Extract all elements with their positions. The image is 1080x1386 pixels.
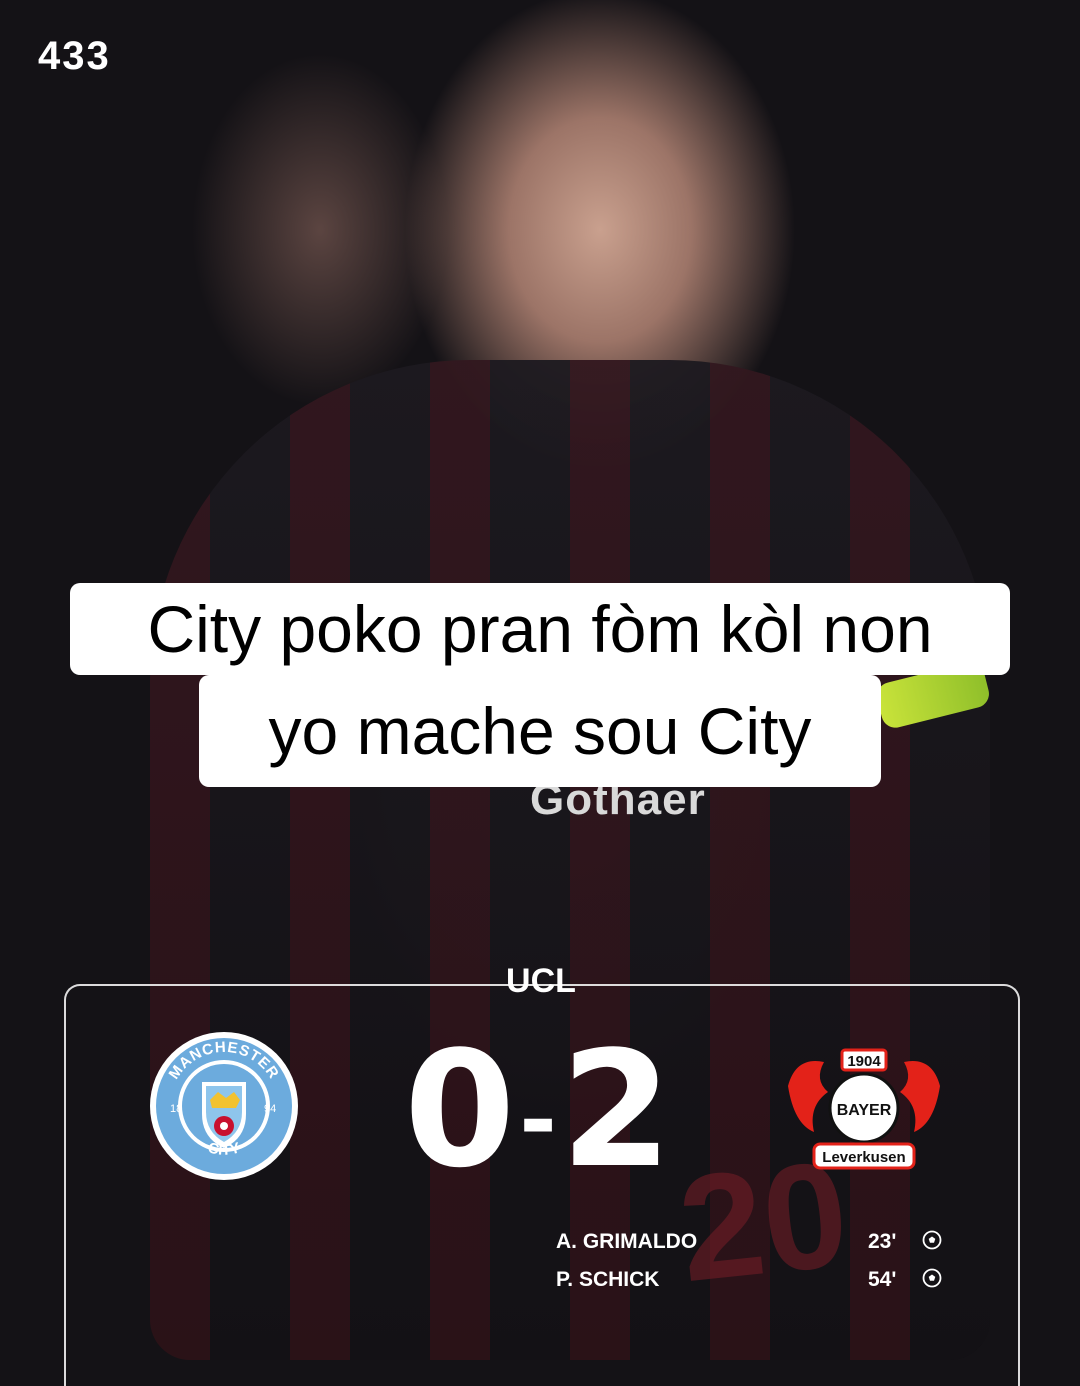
scorers-list: A. GRIMALDO 23' P. SCHICK 54' (556, 1226, 956, 1302)
scorer-row: P. SCHICK 54' (556, 1264, 956, 1302)
lev-crest-year: 1904 (847, 1053, 881, 1070)
mc-crest-bottom-text: CITY (206, 1139, 242, 1159)
scorer-row: A. GRIMALDO 23' (556, 1226, 956, 1264)
score-separator: - (519, 1068, 561, 1174)
competition-label: UCL (506, 962, 576, 1000)
caption-line-2: yo mache sou City (199, 675, 881, 787)
scorer-minute: 54' (868, 1268, 897, 1291)
lev-crest-bottom-text: Leverkusen (822, 1149, 905, 1166)
football-icon (922, 1230, 942, 1250)
lev-crest-center-text: BAYER (837, 1102, 892, 1119)
home-score: 0 (403, 1016, 520, 1203)
caption-line-1: City poko pran fòm kòl non (70, 583, 1010, 675)
mc-crest-year-left: 18 (170, 1103, 182, 1115)
manchester-city-crest-icon: MANCHESTER CITY 18 94 (146, 1030, 302, 1182)
svg-text:CITY: CITY (206, 1139, 242, 1159)
scorer-minute: 23' (868, 1230, 897, 1253)
scorer-name: P. SCHICK (556, 1268, 660, 1291)
brand-logo: 433 (38, 34, 111, 78)
mc-crest-year-right: 94 (264, 1103, 276, 1115)
bayer-leverkusen-crest-icon: 1904 BAYER Leverkusen (784, 1046, 944, 1174)
away-score: 2 (560, 1016, 676, 1203)
match-score: 0-2 (350, 1030, 730, 1190)
scorer-name: A. GRIMALDO (556, 1230, 698, 1253)
football-icon (922, 1268, 942, 1288)
